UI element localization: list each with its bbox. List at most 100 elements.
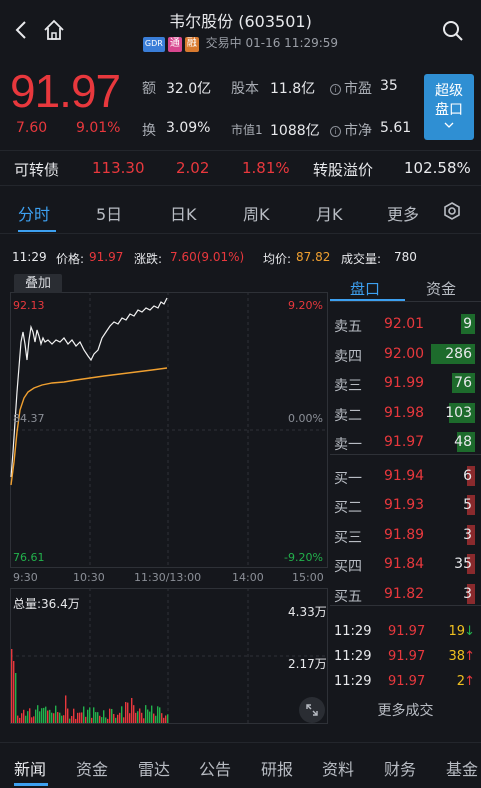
trade-price: 91.97 <box>388 624 426 639</box>
ask-row-1[interactable]: 卖五 92.01 9 <box>330 310 481 339</box>
turnover-value: 3.09% <box>166 120 211 136</box>
volume-bar <box>79 712 81 723</box>
volume-bar <box>111 708 113 723</box>
bid-row-2[interactable]: 买二 91.93 5 <box>330 491 481 520</box>
tab-more[interactable]: 更多 <box>387 201 419 225</box>
info-avg-label: 均价: <box>263 252 292 266</box>
ask-row-2[interactable]: 卖四 92.00 286 <box>330 340 481 369</box>
y-high-label: 92.13 <box>13 299 45 312</box>
stock-status: GDR 通融 交易中 01-16 11:29:59 <box>0 34 481 52</box>
volume-bar <box>151 705 153 723</box>
trade-price: 91.97 <box>388 649 426 664</box>
nav-profile[interactable]: 资料 <box>322 756 354 780</box>
tab-daily-k[interactable]: 日K <box>170 201 197 225</box>
level-volume: 48 <box>454 434 472 450</box>
info-vol: 780 <box>394 250 417 264</box>
more-trades-link[interactable]: 更多成交 <box>330 700 481 720</box>
volume-bar <box>117 714 119 723</box>
ask-row-4[interactable]: 卖二 91.98 103 <box>330 399 481 428</box>
volume-bar <box>153 713 155 723</box>
active-tab-indicator <box>18 230 56 232</box>
intraday-chart[interactable] <box>10 272 328 724</box>
volume-bar <box>81 712 83 723</box>
level-price: 92.01 <box>384 316 425 332</box>
trade-row: 11:29 91.97 19 ↓ <box>330 620 481 645</box>
trade-direction-icon: ↑ <box>464 649 475 664</box>
level-price: 91.97 <box>384 434 425 450</box>
volume-bar <box>91 717 93 723</box>
volume-bar <box>101 717 103 723</box>
info-icon: i <box>330 84 341 95</box>
volume-bar <box>141 712 143 723</box>
header: 韦尔股份 (603501) GDR 通融 交易中 01-16 11:29:59 <box>0 0 481 60</box>
nav-research[interactable]: 研报 <box>261 756 293 780</box>
chart-info-bar: 11:29 价格: 91.97 涨跌: 7.60(9.01%) 均价: 87.8… <box>0 250 481 268</box>
volume-bar <box>87 709 89 723</box>
bond-price: 113.30 <box>92 159 145 177</box>
x-label-1030: 10:30 <box>73 571 105 584</box>
info-avg: 87.82 <box>296 250 331 264</box>
volume-bar <box>97 712 99 723</box>
convertible-bond-row[interactable]: 可转债 113.30 2.02 1.81% 转股溢价 102.58% <box>0 150 481 186</box>
bond-change: 2.02 <box>176 159 210 177</box>
amount-value: 32.0亿 <box>166 81 212 97</box>
volume-bar <box>139 708 141 723</box>
active-nav-indicator <box>14 783 48 786</box>
level-label: 买二 <box>334 500 362 516</box>
volume-bar <box>51 712 53 723</box>
level-label: 买一 <box>334 470 362 487</box>
volume-bar <box>137 711 139 723</box>
nav-radar[interactable]: 雷达 <box>138 756 170 780</box>
volume-bar <box>85 716 87 723</box>
pb-label: i 市净 <box>330 120 372 140</box>
pe-label: i 市盈 <box>330 78 372 98</box>
nav-funds[interactable]: 基金 <box>446 756 478 780</box>
tab-monthly-k[interactable]: 月K <box>316 201 343 225</box>
bid-row-1[interactable]: 买一 91.94 6 <box>330 462 481 491</box>
volume-bar <box>103 710 105 723</box>
volume-bar <box>83 706 85 723</box>
volume-bar <box>149 711 151 723</box>
tab-fund[interactable]: 资金 <box>426 278 456 299</box>
fullscreen-button[interactable] <box>299 697 325 723</box>
volume-bar <box>99 715 101 723</box>
volume-bar <box>19 717 21 723</box>
level-price: 91.98 <box>384 404 425 421</box>
volume-bar <box>113 713 115 723</box>
search-icon[interactable] <box>442 20 464 42</box>
level-price: 92.00 <box>384 345 425 362</box>
volume-bar <box>93 707 95 723</box>
level-label: 卖三 <box>334 378 362 394</box>
x-label-1130: 11:30/13:00 <box>134 571 202 584</box>
premium-value: 102.58% <box>404 159 471 177</box>
mktcap-value: 1088亿 <box>270 123 320 139</box>
volume-bar <box>39 711 41 723</box>
tab-order-book[interactable]: 盘口 <box>350 278 380 299</box>
tab-5day[interactable]: 5日 <box>96 201 122 225</box>
nav-news[interactable]: 新闻 <box>14 756 46 780</box>
turnover-label: 换 <box>142 123 156 139</box>
bid-row-4[interactable]: 买四 91.84 35 <box>330 550 481 579</box>
info-chg: 7.60(9.01%) <box>170 250 245 264</box>
level-volume: 5 <box>463 497 472 513</box>
super-order-book-button[interactable]: 超级 盘口 <box>424 74 474 140</box>
ask-row-5[interactable]: 卖一 91.97 48 <box>330 428 481 457</box>
tab-intraday[interactable]: 分时 <box>18 201 50 225</box>
bid-row-3[interactable]: 买三 91.89 3 <box>330 521 481 550</box>
x-label-1500: 15:00 <box>292 571 324 584</box>
ask-row-3[interactable]: 卖三 91.99 76 <box>330 369 481 398</box>
nav-fund[interactable]: 资金 <box>76 756 108 780</box>
info-icon: i <box>330 126 341 137</box>
volume-bar <box>25 715 27 723</box>
settings-icon[interactable] <box>442 201 462 221</box>
overlay-button[interactable]: 叠加 <box>14 274 62 293</box>
nav-finance[interactable]: 财务 <box>384 756 416 780</box>
nav-announcement[interactable]: 公告 <box>199 756 231 780</box>
volume-bar <box>65 695 67 723</box>
level-price: 91.94 <box>384 467 425 484</box>
volume-bar <box>147 709 149 723</box>
trade-status: 交易中 01-16 11:29:59 <box>205 36 339 50</box>
tab-weekly-k[interactable]: 周K <box>243 201 270 225</box>
level-volume: 9 <box>463 316 472 332</box>
expand-icon <box>306 704 318 716</box>
